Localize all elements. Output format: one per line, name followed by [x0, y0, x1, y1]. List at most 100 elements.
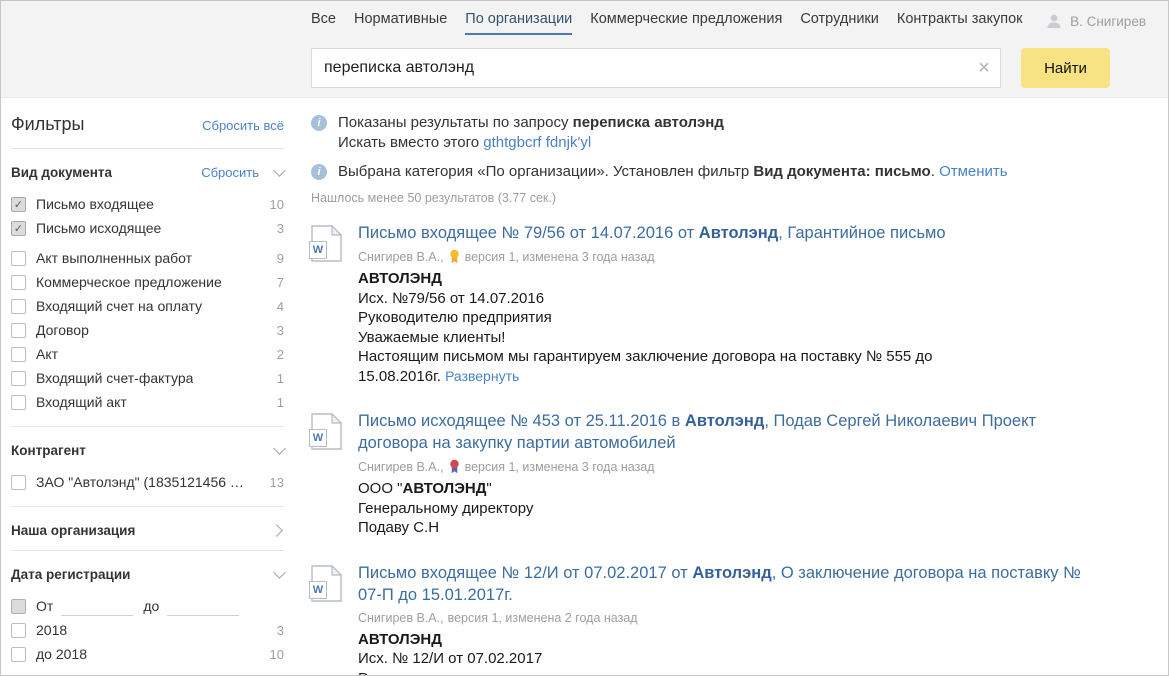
- chevron-right-icon[interactable]: [270, 524, 283, 537]
- filter-option-count: 1: [277, 371, 284, 386]
- our-organization-section-title: Наша организация: [11, 523, 272, 538]
- counterparty-filter-list: ЗАО "Автолэнд" (1835121456 / 183… 13: [11, 470, 284, 494]
- checkbox[interactable]: [11, 647, 26, 662]
- filters-sidebar: Фильтры Сбросить всё Вид документа Сброс…: [11, 98, 284, 666]
- divider: [11, 550, 284, 551]
- filter-option[interactable]: Договор 3: [11, 318, 284, 342]
- user-name: В. Снигирев: [1070, 14, 1146, 29]
- filter-option-count: 10: [270, 197, 284, 212]
- date-to-input[interactable]: [167, 597, 239, 616]
- filter-option-label: Входящий счет-фактура: [36, 370, 193, 386]
- chevron-down-icon[interactable]: [273, 566, 286, 579]
- checkbox[interactable]: [11, 221, 26, 236]
- doc-type-section-header: Вид документа Сбросить: [11, 164, 284, 180]
- filter-option[interactable]: Письмо входящее 10: [11, 192, 284, 216]
- search-results-area: i Показаны результаты по запросу перепис…: [311, 98, 1111, 676]
- filter-option-count: 13: [270, 475, 284, 490]
- doc-type-section-title: Вид документа: [11, 165, 201, 180]
- notice-query: переписка автолэнд: [573, 114, 724, 131]
- filter-option[interactable]: Входящий счет на оплату 4: [11, 294, 284, 318]
- tab-employees[interactable]: Сотрудники: [800, 11, 879, 35]
- checkbox[interactable]: [11, 395, 26, 410]
- search-result: W Письмо исходящее № 453 от 25.11.2016 в…: [311, 410, 1111, 538]
- info-icon: i: [311, 115, 327, 131]
- checkbox[interactable]: [11, 623, 26, 638]
- tab-procurement-contracts[interactable]: Контракты закупок: [897, 11, 1023, 35]
- tab-normative[interactable]: Нормативные: [354, 11, 447, 35]
- expand-link[interactable]: Развернуть: [445, 368, 519, 384]
- search-result: W Письмо входящее № 79/56 от 14.07.2016 …: [311, 222, 1111, 386]
- notice-text: Показаны результаты по запросу: [338, 114, 573, 131]
- filter-option[interactable]: Письмо исходящее 3: [11, 216, 284, 240]
- checkbox[interactable]: [11, 299, 26, 314]
- filter-option-count: 3: [277, 323, 284, 338]
- search-app-window: Все Нормативные По организации Коммерчес…: [0, 0, 1169, 676]
- snippet-line: Исх. № 12/И от 07.02.2017: [358, 649, 1106, 669]
- checkbox[interactable]: [11, 347, 26, 362]
- search-clear-icon[interactable]: ×: [973, 56, 995, 80]
- query-notice: i Показаны результаты по запросу перепис…: [311, 113, 1111, 153]
- filter-option[interactable]: ЗАО "Автолэнд" (1835121456 / 183… 13: [11, 470, 284, 494]
- date-from-label: От: [36, 598, 53, 614]
- filter-option-label: ЗАО "Автолэнд" (1835121456 / 183…: [36, 474, 244, 490]
- cancel-filter-link[interactable]: Отменить: [939, 163, 1008, 180]
- find-button[interactable]: Найти: [1021, 48, 1110, 88]
- checkbox[interactable]: [11, 197, 26, 212]
- our-organization-section-header[interactable]: Наша организация: [11, 522, 284, 538]
- filter-option-count: 2: [277, 347, 284, 362]
- result-title-link[interactable]: Письмо входящее № 12/И от 07.02.2017 от …: [358, 562, 1106, 606]
- user-menu[interactable]: В. Снигирев: [1045, 12, 1146, 30]
- search-instead-link[interactable]: gthtgbcrf fdnjk'yl: [483, 134, 591, 151]
- snippet-line: Генеральному директору: [358, 499, 1106, 519]
- result-title-link[interactable]: Письмо входящее № 79/56 от 14.07.2016 от…: [358, 222, 1106, 244]
- filter-option-label: до 2018: [36, 646, 87, 662]
- filter-option-count: 3: [277, 221, 284, 236]
- word-letter: W: [309, 241, 327, 259]
- snippet-line: Подаву С.Н: [358, 518, 1106, 538]
- word-document-icon: W: [311, 225, 342, 262]
- filter-option[interactable]: Акт выполненных работ 9: [11, 246, 284, 270]
- version-medal-icon: [449, 459, 460, 474]
- filter-option-count: 10: [270, 647, 284, 662]
- tab-commercial-offers[interactable]: Коммерческие предложения: [590, 11, 782, 35]
- checkbox[interactable]: [11, 323, 26, 338]
- info-icon: i: [311, 164, 327, 180]
- version-medal-icon: [449, 249, 460, 264]
- search-input[interactable]: [311, 48, 1001, 88]
- notice-filter: Вид документа: письмо: [753, 163, 930, 180]
- result-title-link[interactable]: Письмо исходящее № 453 от 25.11.2016 в А…: [358, 410, 1106, 454]
- result-meta: Снигирев В.А., версия 1, изменена 3 года…: [358, 459, 1106, 474]
- tab-by-organization[interactable]: По организации: [465, 11, 572, 35]
- reset-doc-type-link[interactable]: Сбросить: [201, 165, 259, 180]
- date-from-input[interactable]: [61, 597, 133, 616]
- word-document-icon: W: [311, 413, 342, 450]
- filter-option-label: Акт: [36, 346, 58, 362]
- filter-option[interactable]: Акт 2: [11, 342, 284, 366]
- search-result: W Письмо входящее № 12/И от 07.02.2017 о…: [311, 562, 1111, 676]
- filter-option[interactable]: Входящий акт 1: [11, 390, 284, 414]
- checkbox[interactable]: [11, 251, 26, 266]
- reset-all-filters-link[interactable]: Сбросить всё: [202, 118, 284, 133]
- chevron-down-icon[interactable]: [273, 164, 286, 177]
- tab-all[interactable]: Все: [311, 11, 336, 35]
- snippet-last-line: 15.08.2016г. Развернуть: [358, 367, 1106, 387]
- checkbox[interactable]: [11, 371, 26, 386]
- filter-option-count: 3: [277, 623, 284, 638]
- filter-option[interactable]: до 2018 10: [11, 642, 284, 666]
- filter-option[interactable]: Коммерческое предложение 7: [11, 270, 284, 294]
- snippet-line: Руководителю предприятия: [358, 669, 1106, 676]
- result-snippet: ООО "АВТОЛЭНД" Генеральному директору По…: [358, 479, 1106, 538]
- snippet-line: Уважаемые клиенты!: [358, 328, 1106, 348]
- checkbox[interactable]: [11, 475, 26, 490]
- filter-option-label: Письмо исходящее: [36, 220, 161, 236]
- chevron-down-icon[interactable]: [273, 442, 286, 455]
- filter-option[interactable]: Входящий счет-фактура 1: [11, 366, 284, 390]
- filter-option[interactable]: 2018 3: [11, 618, 284, 642]
- registration-date-filter-list: От до 2018 3 до 2018 10: [11, 594, 284, 666]
- result-author: Снигирев В.А.,: [358, 460, 444, 474]
- word-letter: W: [309, 581, 327, 599]
- checkbox[interactable]: [11, 599, 26, 614]
- checkbox[interactable]: [11, 275, 26, 290]
- filter-option-label: Акт выполненных работ: [36, 250, 192, 266]
- filters-title: Фильтры: [11, 114, 84, 135]
